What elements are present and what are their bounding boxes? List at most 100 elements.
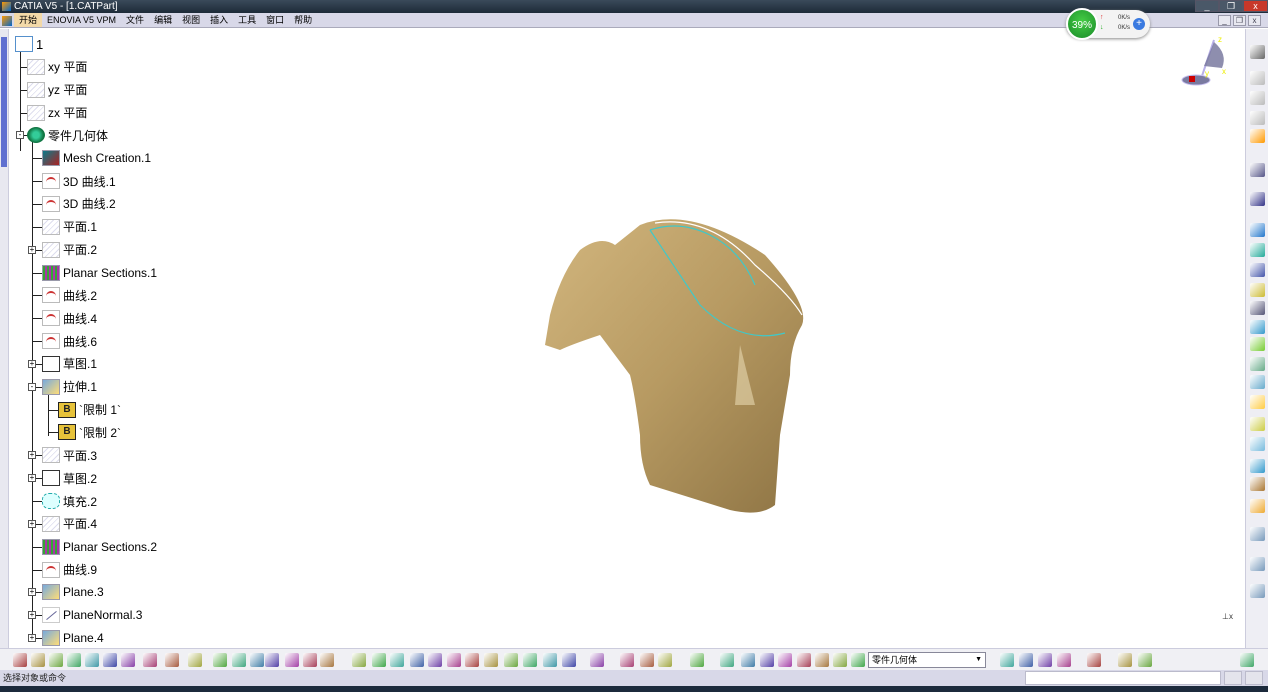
tree-item[interactable]: 1: [15, 34, 43, 54]
right-tool-icon[interactable]: [1250, 417, 1265, 431]
tree-item[interactable]: Planar Sections.2: [42, 537, 157, 557]
menu-item-3[interactable]: 编辑: [149, 13, 177, 27]
menu-item-6[interactable]: 工具: [233, 13, 261, 27]
measure-item-icon[interactable]: [640, 653, 654, 667]
right-tool-icon[interactable]: [1250, 243, 1265, 257]
tree-item[interactable]: B `限制 1`: [58, 400, 121, 420]
refresh-icon[interactable]: [720, 653, 734, 667]
paste-icon[interactable]: [121, 653, 135, 667]
menu-item-8[interactable]: 帮助: [289, 13, 317, 27]
tree-item[interactable]: yz 平面: [27, 80, 87, 100]
curve-tool-icon[interactable]: [1038, 653, 1052, 667]
menu-item-7[interactable]: 窗口: [261, 13, 289, 27]
zoom-in-icon[interactable]: [428, 653, 442, 667]
expand-icon[interactable]: +: [28, 634, 36, 643]
copy-icon[interactable]: [103, 653, 117, 667]
table-icon[interactable]: [265, 653, 279, 667]
network-monitor-widget[interactable]: 39% ↑ ↓ 0K/s 0K/s +: [1066, 8, 1150, 40]
expand-icon[interactable]: +: [28, 611, 36, 620]
expand-icon[interactable]: +: [28, 245, 36, 254]
comment-icon[interactable]: [232, 653, 246, 667]
tree-item[interactable]: 曲线.9: [42, 560, 97, 580]
link-icon[interactable]: [250, 653, 264, 667]
right-tool-icon[interactable]: [1250, 129, 1265, 143]
expand-icon[interactable]: +: [28, 474, 36, 483]
whats-this-icon[interactable]: [188, 653, 202, 667]
plus-icon[interactable]: +: [1133, 18, 1145, 30]
cut-icon[interactable]: [85, 653, 99, 667]
doc-restore-button[interactable]: ❐: [1233, 15, 1246, 26]
command-button-1[interactable]: [1224, 671, 1242, 685]
tree-icon[interactable]: [285, 653, 299, 667]
right-tool-icon[interactable]: [1250, 584, 1265, 598]
right-tool-icon[interactable]: [1250, 557, 1265, 571]
tree-item[interactable]: xy 平面: [27, 57, 87, 77]
menu-item-5[interactable]: 插入: [205, 13, 233, 27]
right-tool-icon[interactable]: [1250, 499, 1265, 513]
analysis-b-icon[interactable]: [1138, 653, 1152, 667]
menu-item-1[interactable]: ENOVIA V5 VPM: [42, 13, 121, 27]
tree-item[interactable]: 3D 曲线.2: [42, 194, 116, 214]
tree-item[interactable]: 草图.2: [42, 468, 97, 488]
rotate-icon[interactable]: [410, 653, 424, 667]
app-menu-icon[interactable]: [2, 16, 12, 26]
right-tool-icon[interactable]: [1250, 337, 1265, 351]
compass-icon[interactable]: z x y: [1172, 32, 1232, 92]
section-tool-icon[interactable]: [1019, 653, 1033, 667]
tree-item[interactable]: 平面.2: [42, 240, 97, 260]
right-tool-icon[interactable]: [1250, 375, 1265, 389]
fly-icon[interactable]: [352, 653, 366, 667]
tree-item[interactable]: Planar Sections.1: [42, 263, 157, 283]
swap-visible-icon[interactable]: [562, 653, 576, 667]
right-tool-icon[interactable]: [1250, 395, 1265, 409]
multi-view-icon[interactable]: [484, 653, 498, 667]
right-tool-icon[interactable]: [1250, 163, 1265, 177]
right-tool-icon[interactable]: [1250, 111, 1265, 125]
command-input[interactable]: [1025, 671, 1221, 685]
fit-all-icon[interactable]: [372, 653, 386, 667]
tree-item[interactable]: Plane.4: [42, 628, 104, 648]
database-icon[interactable]: [797, 653, 811, 667]
right-tool-icon[interactable]: [1250, 91, 1265, 105]
tree-item[interactable]: 填充.2: [42, 491, 97, 511]
tree-item[interactable]: 曲线.4: [42, 308, 97, 328]
tree-item[interactable]: 曲线.6: [42, 331, 97, 351]
menu-item-0[interactable]: 开始: [14, 13, 43, 27]
tool-icon[interactable]: [1087, 653, 1101, 667]
tree-item[interactable]: 曲线.2: [42, 285, 97, 305]
right-tool-icon[interactable]: [1250, 527, 1265, 541]
right-tool-icon[interactable]: [1250, 71, 1265, 85]
tree-item[interactable]: 平面.1: [42, 217, 97, 237]
print-icon[interactable]: [67, 653, 81, 667]
iso-view-icon[interactable]: [504, 653, 518, 667]
redo-icon[interactable]: [165, 653, 179, 667]
3d-mesh-model[interactable]: [540, 205, 820, 525]
tree-item[interactable]: Plane.3: [42, 582, 104, 602]
shading-icon[interactable]: [523, 653, 537, 667]
expand-icon[interactable]: +: [28, 451, 36, 460]
right-tool-icon[interactable]: [1250, 477, 1265, 491]
right-tool-icon[interactable]: [1250, 301, 1265, 315]
doc-close-button[interactable]: x: [1248, 15, 1261, 26]
hide-show-icon[interactable]: [543, 653, 557, 667]
normal-view-icon[interactable]: [465, 653, 479, 667]
tree-item[interactable]: 平面.3: [42, 445, 97, 465]
collapse-icon[interactable]: -: [28, 382, 36, 391]
save-icon[interactable]: [49, 653, 63, 667]
right-tool-icon[interactable]: [1250, 320, 1265, 334]
current-body-select[interactable]: 零件几何体 ▼: [868, 652, 986, 668]
right-tool-icon[interactable]: [1250, 223, 1265, 237]
surface-tool-icon[interactable]: [1057, 653, 1071, 667]
open-icon[interactable]: [31, 653, 45, 667]
mesh-tool-icon[interactable]: [1000, 653, 1014, 667]
camera-icon[interactable]: [690, 653, 704, 667]
new-file-icon[interactable]: [13, 653, 27, 667]
tree-item[interactable]: PlaneNormal.3: [42, 605, 142, 625]
doc-minimize-button[interactable]: _: [1218, 15, 1231, 26]
right-tool-icon[interactable]: [1250, 437, 1265, 451]
collapse-icon[interactable]: -: [16, 131, 24, 140]
pan-icon[interactable]: [390, 653, 404, 667]
minimize-button[interactable]: _: [1195, 0, 1219, 12]
tree-item[interactable]: 拉伸.1: [42, 377, 97, 397]
analysis-a-icon[interactable]: [1118, 653, 1132, 667]
